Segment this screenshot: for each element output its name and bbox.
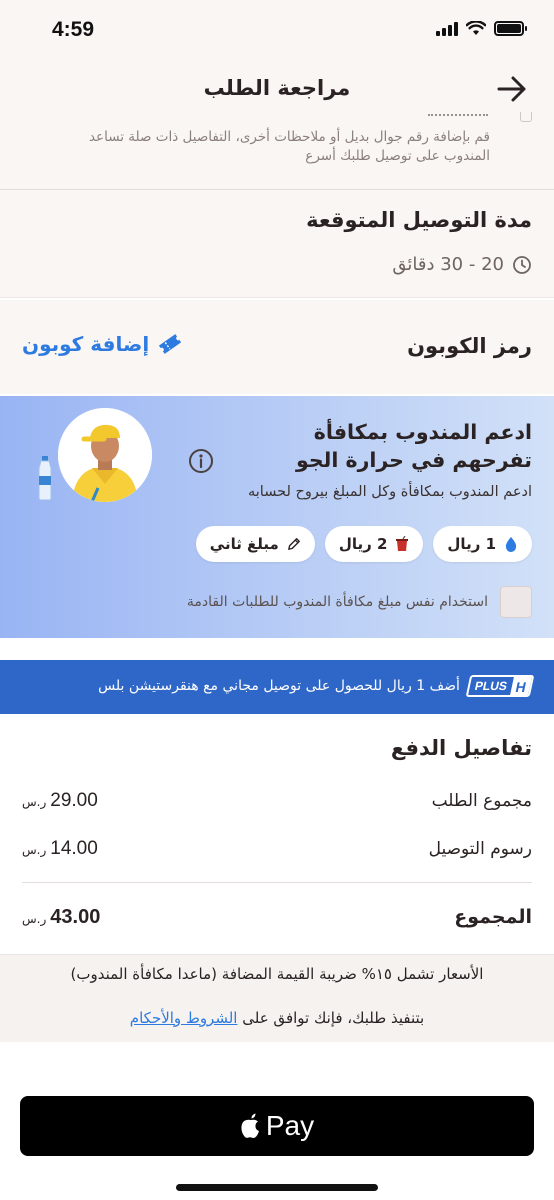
- hplus-badge: H PLUS: [465, 675, 535, 697]
- payment-title: تفاصيل الدفع: [390, 736, 532, 760]
- battery-icon: [494, 21, 527, 36]
- currency: ر.س: [22, 795, 47, 809]
- tip-subtitle: ادعم المندوب بمكافأة وكل المبلغ بيروح لح…: [247, 484, 532, 500]
- hplus-badge-plus: PLUS: [473, 679, 509, 693]
- coupon-section: رمز الكوبون إضافة كوبون: [0, 300, 554, 394]
- hplus-text: أضف 1 ريال للحصول على توصيل مجاني مع هنق…: [98, 678, 460, 694]
- page-title: مراجعة الطلب: [203, 76, 351, 100]
- drink-cup-icon: [396, 536, 409, 551]
- clock-icon: [513, 255, 531, 274]
- terms-prefix: بتنفيذ طلبك، فإنك توافق على: [242, 1009, 425, 1027]
- total-row: المجموع ر.س 43.00: [22, 902, 532, 932]
- tip-option-label: مبلغ ثاني: [209, 535, 279, 553]
- subtotal-value: 29.00: [50, 790, 98, 811]
- water-drop-icon: [505, 537, 517, 552]
- tip-title: ادعم المندوب بمكافأة تفرحهم في حرارة الج…: [296, 420, 532, 472]
- note-input-underline[interactable]: [428, 110, 488, 116]
- currency: ر.س: [22, 843, 47, 857]
- driver-avatar: [58, 408, 152, 502]
- info-icon[interactable]: [188, 448, 214, 474]
- total-amount: ر.س 43.00: [22, 906, 100, 929]
- wifi-icon: [466, 21, 486, 35]
- subtotal-amount: ر.س 29.00: [22, 790, 98, 812]
- tip-options: 1 ريال 2 ريال مبلغ ثاني: [195, 526, 532, 562]
- add-coupon-label: إضافة كوبون: [22, 332, 150, 356]
- tip-remember-row: استخدام نفس مبلغ مكافأة المندوب للطلبات …: [187, 586, 532, 618]
- apple-pay-label: Pay: [265, 1110, 315, 1141]
- tip-option-label: 2 ريال: [338, 535, 388, 553]
- note-checkbox[interactable]: [520, 112, 532, 122]
- delivery-title: مدة التوصيل المتوقعة: [306, 208, 532, 232]
- currency: ر.س: [22, 911, 47, 926]
- status-time: 4:59: [52, 18, 95, 41]
- tip-option-1[interactable]: 1 ريال: [433, 526, 532, 562]
- arrow-right-icon[interactable]: [496, 74, 528, 104]
- terms-link[interactable]: الشروط والأحكام: [130, 1009, 238, 1027]
- driver-tip-section: ادعم المندوب بمكافأة تفرحهم في حرارة الج…: [0, 396, 554, 638]
- payment-divider: [22, 882, 532, 883]
- delivery-section: مدة التوصيل المتوقعة 20 - 30 دقائق: [0, 190, 554, 298]
- coupon-title: رمز الكوبون: [407, 334, 532, 358]
- tip-remember-checkbox[interactable]: [500, 586, 532, 618]
- delivery-fee-label: رسوم التوصيل: [428, 839, 532, 859]
- water-bottle-icon: [38, 456, 52, 500]
- ticket-icon: [159, 334, 182, 354]
- note-hint: قم بإضافة رقم جوال بديل أو ملاحظات أخرى،…: [88, 129, 490, 164]
- delivery-time: 20 - 30 دقائق: [392, 254, 532, 275]
- status-bar: 4:59: [0, 0, 554, 62]
- apple-logo-icon: [241, 1113, 259, 1138]
- add-coupon-button[interactable]: إضافة كوبون: [22, 332, 183, 356]
- apple-pay-button[interactable]: Pay: [20, 1096, 534, 1156]
- tip-option-custom[interactable]: مبلغ ثاني: [195, 526, 315, 562]
- total-label: المجموع: [454, 906, 532, 928]
- cellular-signal-icon: [436, 21, 458, 36]
- subtotal-label: مجموع الطلب: [431, 791, 532, 811]
- hplus-banner[interactable]: H PLUS أضف 1 ريال للحصول على توصيل مجاني…: [0, 660, 554, 714]
- tip-option-2[interactable]: 2 ريال: [324, 526, 424, 562]
- delivery-fee-amount: ر.س 14.00: [22, 838, 98, 860]
- vat-note: الأسعار تشمل ١٥% ضريبة القيمة المضافة (م…: [70, 965, 484, 983]
- home-indicator: [176, 1184, 378, 1191]
- pencil-icon: [287, 538, 300, 550]
- order-subtotal-row: مجموع الطلب ر.س 29.00: [22, 786, 532, 816]
- hplus-row: H PLUS أضف 1 ريال للحصول على توصيل مجاني…: [0, 675, 535, 697]
- header: مراجعة الطلب: [0, 62, 554, 114]
- total-value: 43.00: [50, 905, 101, 928]
- vat-terms-section: الأسعار تشمل ١٥% ضريبة القيمة المضافة (م…: [0, 954, 554, 1042]
- delivery-time-value: 20 - 30 دقائق: [392, 254, 504, 275]
- status-icons: [436, 21, 527, 36]
- delivery-fee-row: رسوم التوصيل ر.س 14.00: [22, 834, 532, 864]
- tip-option-label: 1 ريال: [447, 535, 496, 553]
- tip-remember-label: استخدام نفس مبلغ مكافأة المندوب للطلبات …: [186, 594, 488, 610]
- terms-line: بتنفيذ طلبك، فإنك توافق على الشروط والأح…: [0, 1009, 554, 1027]
- note-section: قم بإضافة رقم جوال بديل أو ملاحظات أخرى،…: [0, 110, 554, 190]
- delivery-fee-value: 14.00: [50, 838, 98, 859]
- payment-details: تفاصيل الدفع مجموع الطلب ر.س 29.00 رسوم …: [0, 714, 554, 954]
